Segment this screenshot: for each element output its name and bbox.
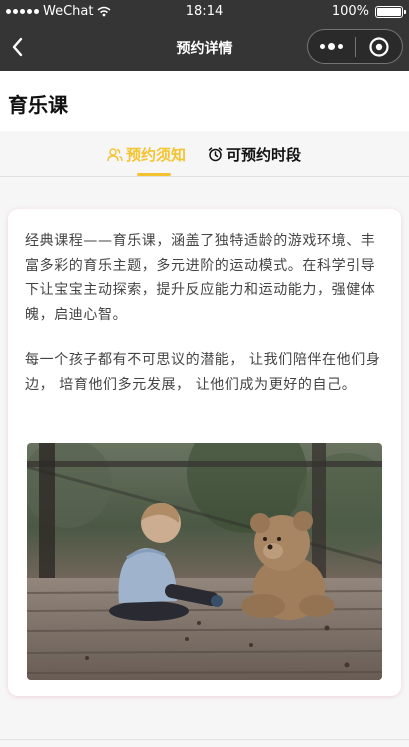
miniprogram-capsule	[307, 29, 403, 64]
tab-bar: 预约须知 可预约时段	[0, 131, 409, 177]
target-icon	[369, 36, 389, 57]
active-tab-indicator	[137, 173, 171, 176]
course-photo	[27, 443, 382, 680]
tab-booking-notice[interactable]: 预约须知	[107, 144, 186, 165]
tab-available-slots[interactable]: 可预约时段	[208, 144, 301, 165]
users-icon	[107, 147, 123, 161]
battery-percent: 100%	[331, 4, 369, 19]
page-title: 育乐课	[8, 93, 68, 117]
more-button[interactable]	[308, 30, 355, 63]
bottom-divider	[0, 739, 409, 740]
battery-icon	[375, 5, 406, 18]
course-intro-paragraph: 经典课程——育乐课，涵盖了独特适龄的游戏环境、丰富多彩的育乐主题，多元进阶的运动…	[25, 233, 376, 323]
tab-label: 预约须知	[126, 146, 187, 164]
navigation-bar: 预约详情	[0, 24, 409, 71]
course-description-card: 经典课程——育乐课，涵盖了独特适龄的游戏环境、丰富多彩的育乐主题，多元进阶的运动…	[8, 209, 401, 696]
close-miniprogram-button[interactable]	[356, 30, 402, 63]
battery-status: 100%	[331, 4, 406, 19]
page-header: 育乐课	[0, 71, 409, 131]
course-mission-paragraph: 每一个孩子都有不可思议的潜能， 让我们陪伴在他们身边， 培育他们多元发展， 让他…	[25, 352, 381, 393]
alarm-clock-icon	[208, 147, 223, 162]
tab-label: 可预约时段	[226, 146, 302, 164]
child-with-teddy-bear-image	[27, 443, 382, 680]
status-bar: WeChat 18:14 100%	[0, 0, 409, 24]
